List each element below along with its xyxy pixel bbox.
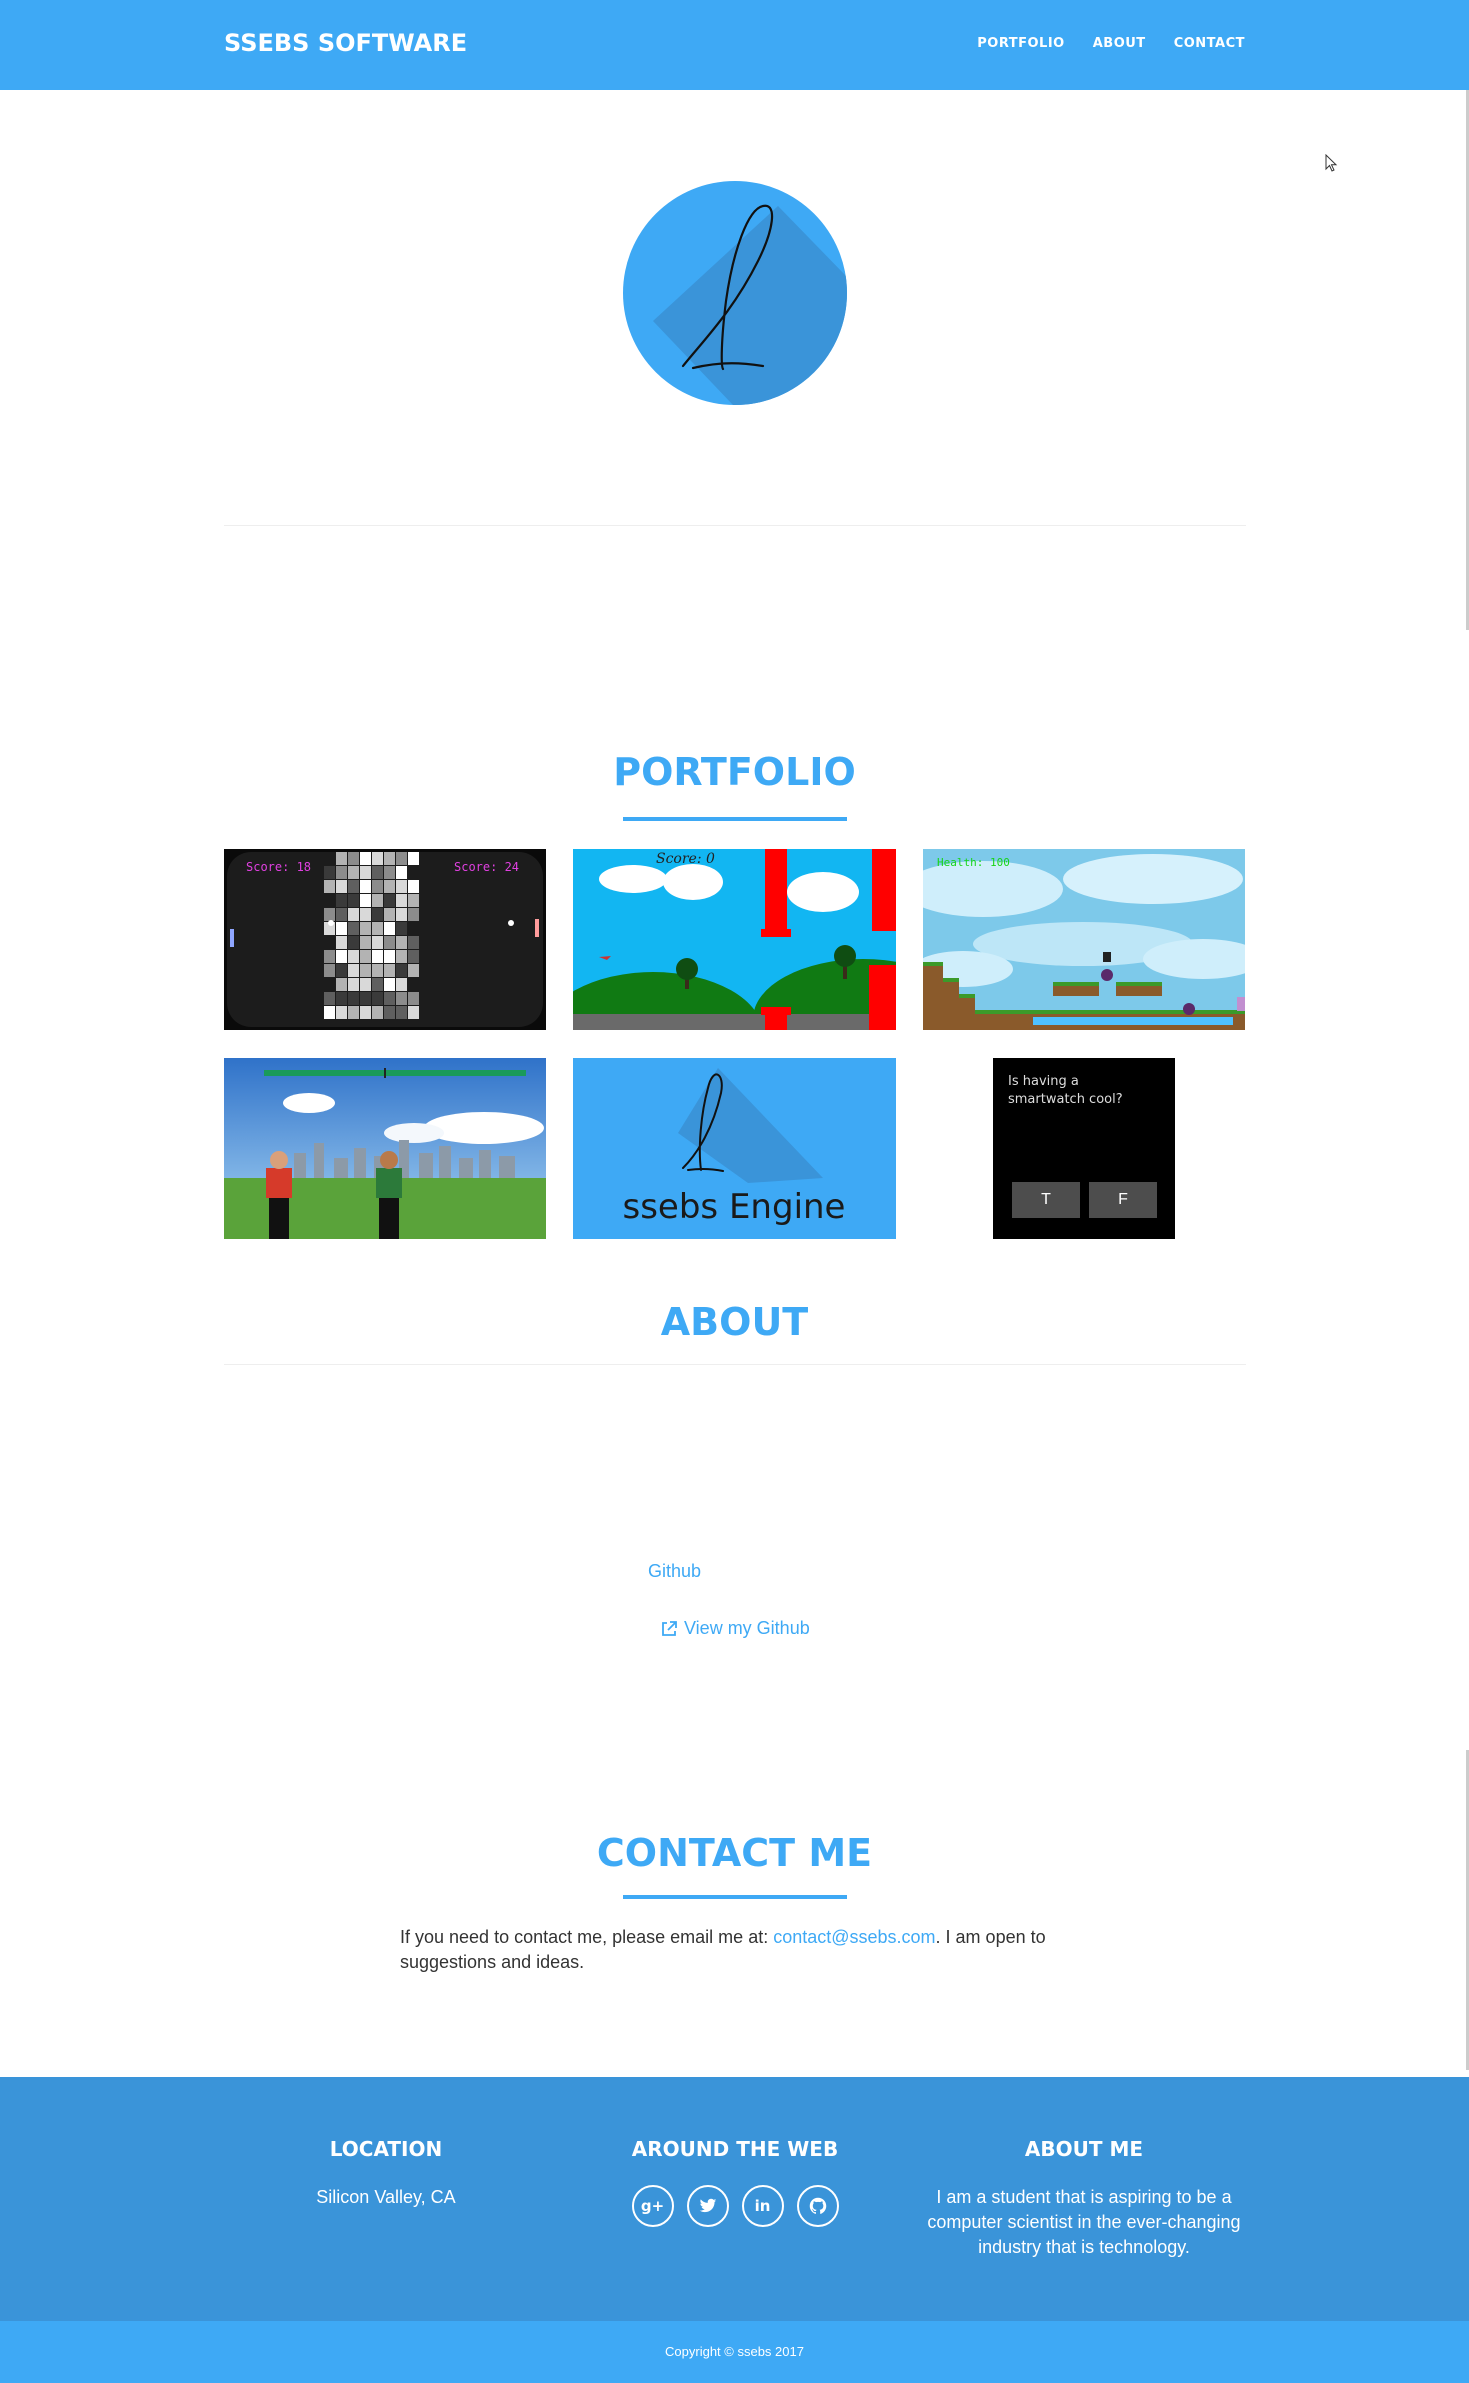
github-icon[interactable] <box>796 2185 839 2227</box>
around-web-title: AROUND THE WEB <box>631 2137 839 2161</box>
portfolio-item-flappy[interactable]: Score: 0 <box>573 849 896 1030</box>
smartwatch-question: Is having a smartwatch cool? <box>1008 1074 1123 1107</box>
navbar: SSEBS SOFTWARE PORTFOLIO ABOUT CONTACT <box>0 0 1469 90</box>
contact-text: If you need to contact me, please email … <box>400 1925 1070 1975</box>
twitter-icon[interactable] <box>686 2185 729 2227</box>
hero-divider <box>224 525 1246 526</box>
portfolio-item-platformer[interactable]: Health: 100 <box>923 849 1245 1030</box>
footer-location: LOCATION Silicon Valley, CA <box>226 2137 546 2210</box>
mouse-cursor-icon <box>1325 154 1338 172</box>
portfolio-item-fighting[interactable] <box>224 1058 546 1239</box>
portfolio-item-smartwatch[interactable]: Is having a smartwatch cool? T F <box>993 1058 1175 1239</box>
pong-score-left: Score: 18 <box>246 860 311 874</box>
google-plus-icon[interactable]: g+ <box>631 2185 674 2227</box>
location-text: Silicon Valley, CA <box>316 2187 456 2207</box>
portfolio-item-pong[interactable]: Score: 18 Score: 24 <box>224 849 546 1030</box>
contact-heading: CONTACT ME <box>596 1831 873 1875</box>
about-me-text: I am a student that is aspiring to be a … <box>927 2187 1241 2257</box>
copyright: Copyright © ssebs 2017 <box>0 2321 1469 2383</box>
flappy-score: Score: 0 <box>656 851 715 867</box>
nav-link-portfolio[interactable]: PORTFOLIO <box>977 36 1064 51</box>
location-title: LOCATION <box>329 2137 443 2161</box>
view-github-link[interactable]: View my Github <box>660 1618 810 1639</box>
about-divider <box>224 1364 1246 1365</box>
platformer-game-thumbnail: Health: 100 <box>923 849 1245 1030</box>
about-heading: ABOUT <box>660 1300 809 1344</box>
about-me-title: ABOUT ME <box>1024 2137 1144 2161</box>
footer: LOCATION Silicon Valley, CA AROUND THE W… <box>0 2077 1469 2321</box>
view-github-label: View my Github <box>684 1618 810 1638</box>
nav-links: PORTFOLIO ABOUT CONTACT <box>977 36 1245 51</box>
hero-logo <box>623 181 847 405</box>
email-link[interactable]: contact@ssebs.com <box>773 1927 935 1947</box>
false-button[interactable]: F <box>1089 1182 1157 1218</box>
footer-around-web: AROUND THE WEB g+ in <box>575 2137 895 2227</box>
footer-about-me: ABOUT ME I am a student that is aspiring… <box>924 2137 1244 2260</box>
portfolio-underline <box>623 817 847 821</box>
fighting-game-thumbnail <box>224 1058 546 1239</box>
github-label[interactable]: Github <box>648 1561 701 1582</box>
ssebs-engine-thumbnail: ssebs Engine <box>573 1058 896 1239</box>
true-button[interactable]: T <box>1012 1182 1080 1218</box>
linkedin-icon[interactable]: in <box>741 2185 784 2227</box>
flappy-game-thumbnail: Score: 0 <box>573 849 896 1030</box>
platformer-health: Health: 100 <box>937 856 1010 869</box>
nav-link-about[interactable]: ABOUT <box>1093 36 1146 51</box>
pong-score-right: Score: 24 <box>454 860 519 874</box>
engine-caption: ssebs Engine <box>623 1187 846 1227</box>
brand-link[interactable]: SSEBS SOFTWARE <box>224 29 467 57</box>
nav-link-contact[interactable]: CONTACT <box>1174 36 1245 51</box>
contact-text-before: If you need to contact me, please email … <box>400 1927 774 1947</box>
portfolio-item-engine[interactable]: ssebs Engine <box>573 1058 896 1239</box>
contact-underline <box>623 1895 847 1899</box>
portfolio-heading: PORTFOLIO <box>613 750 856 794</box>
pong-game-thumbnail: Score: 18 Score: 24 <box>224 849 546 1030</box>
external-link-icon <box>662 1620 677 1636</box>
